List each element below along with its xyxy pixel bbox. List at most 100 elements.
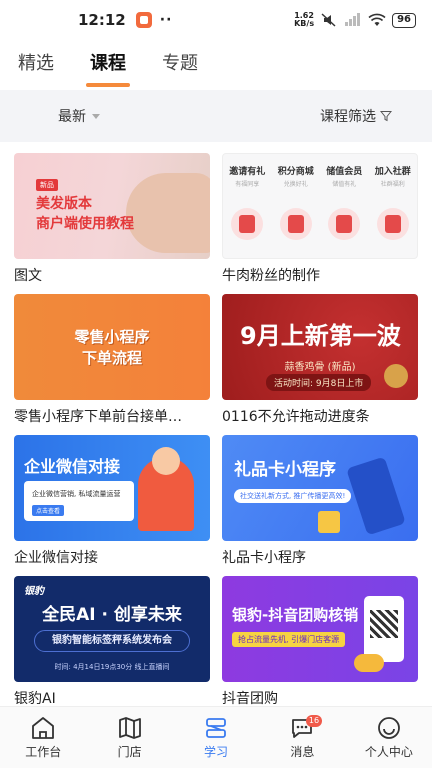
message-count-badge: 16 bbox=[305, 715, 323, 727]
status-time: 12:12 bbox=[78, 11, 126, 29]
course-thumbnail: 邀请有礼 有福同享 积分商城 兑换好礼 储值会员 储值有礼 加入社群 社群福利 bbox=[222, 153, 418, 259]
thumb-headline: 礼品卡小程序 bbox=[234, 460, 336, 480]
feature-title: 积分商城 bbox=[277, 167, 314, 177]
course-title: 图文 bbox=[14, 268, 42, 284]
net-speed: 1.62 KB/s bbox=[294, 12, 314, 28]
course-thumbnail: 银豹-抖音团购核销 抢占流量先机, 引爆门店客源 bbox=[222, 576, 418, 682]
thumb-pill: 社交送礼新方式, 推广传播更高效! bbox=[234, 489, 352, 503]
nav-workbench[interactable]: 工作台 bbox=[0, 707, 86, 768]
person-head-illustration bbox=[152, 447, 180, 475]
nav-label: 学习 bbox=[204, 744, 229, 759]
thumb-headline: 企业微信对接 bbox=[24, 457, 121, 476]
profile-icon bbox=[377, 716, 400, 739]
vip-card-icon bbox=[328, 208, 361, 240]
course-card[interactable]: 银豹-抖音团购核销 抢占流量先机, 引爆门店客源 抖音团购 bbox=[222, 576, 418, 717]
course-filter-label: 课程筛选 bbox=[320, 109, 376, 125]
feature-column: 邀请有礼 有福同享 bbox=[227, 164, 267, 258]
feature-title: 储值会员 bbox=[326, 167, 363, 177]
course-thumbnail: 企业微信对接 企业微信营销, 私域流量运营 点击查看 bbox=[14, 435, 210, 541]
thumb-line2: 下单流程 bbox=[81, 349, 142, 367]
sort-label: 最新 bbox=[58, 109, 86, 125]
tab-topics[interactable]: 专题 bbox=[162, 42, 198, 90]
course-card[interactable]: 企业微信对接 企业微信营销, 私域流量运营 点击查看 企业微信对接 bbox=[14, 435, 210, 576]
course-title: 抖音团购 bbox=[222, 691, 278, 707]
hand-illustration bbox=[126, 173, 210, 253]
course-card[interactable]: 礼品卡小程序 社交送礼新方式, 推广传播更高效! 礼品卡小程序 bbox=[222, 435, 418, 576]
app-notification-icon bbox=[135, 12, 152, 28]
course-thumbnail: 银豹 全民AI · 创享未来 银豹智能标签秤系统发布会 时间: 4月14日19点… bbox=[14, 576, 210, 682]
tab-featured[interactable]: 精选 bbox=[18, 42, 54, 90]
thumb-box-button: 点击查看 bbox=[32, 505, 65, 516]
feature-sub: 社群福利 bbox=[380, 181, 405, 188]
gift-icon bbox=[318, 511, 340, 533]
thumb-pill: 抢占流量先机, 引爆门店客源 bbox=[232, 632, 346, 647]
bottom-nav: 工作台 门店 学习 16 消息 个人中心 bbox=[0, 706, 432, 768]
new-badge: 新品 bbox=[36, 179, 58, 191]
course-thumbnail: 9月上新第一波 蒜香鸡骨 (新品) 活动时间: 9月8日上市 bbox=[222, 294, 418, 400]
thumb-headline: 9月上新第一波 bbox=[240, 322, 401, 350]
brand-logo: 银豹 bbox=[24, 586, 44, 597]
map-icon bbox=[118, 716, 141, 739]
thumb-line1: 零售小程序 bbox=[74, 328, 150, 346]
course-thumbnail: 礼品卡小程序 社交送礼新方式, 推广传播更高效! bbox=[222, 435, 418, 541]
mute-icon bbox=[321, 13, 336, 27]
coupon-icon bbox=[231, 208, 264, 240]
status-right: 1.62 KB/s 96 bbox=[294, 12, 416, 28]
course-title: 0116不允许拖动进度条 bbox=[222, 409, 370, 425]
feature-column: 加入社群 社群福利 bbox=[373, 164, 413, 258]
top-tabs: 精选 课程 专题 bbox=[0, 42, 432, 90]
tab-courses[interactable]: 课程 bbox=[90, 42, 126, 90]
coin-icon bbox=[384, 364, 408, 388]
coins-icon bbox=[354, 654, 384, 672]
sort-dropdown[interactable]: 最新 bbox=[58, 106, 100, 126]
thumb-box: 企业微信营销, 私域流量运营 点击查看 bbox=[24, 481, 134, 521]
status-bar: 12:12 ·· 1.62 KB/s 96 bbox=[0, 0, 432, 40]
filter-icon bbox=[380, 111, 392, 122]
course-grid: 新品 美发版本 商户端使用教程 图文 邀请有礼 有福同享 积分商城 兑换好礼 储… bbox=[14, 153, 418, 717]
course-title: 银豹AI bbox=[14, 691, 56, 707]
feature-column: 储值会员 储值有礼 bbox=[324, 164, 364, 258]
course-card[interactable]: 新品 美发版本 商户端使用教程 图文 bbox=[14, 153, 210, 294]
home-icon bbox=[32, 716, 55, 739]
filter-bar: 最新 课程筛选 bbox=[0, 90, 432, 142]
learn-icon bbox=[206, 717, 226, 738]
battery-icon: 96 bbox=[392, 12, 416, 28]
chevron-down-icon bbox=[92, 113, 100, 119]
course-title: 牛肉粉丝的制作 bbox=[222, 268, 320, 284]
nav-messages[interactable]: 16 消息 bbox=[259, 707, 345, 768]
course-thumbnail: 零售小程序 下单流程 bbox=[14, 294, 210, 400]
feature-sub: 有福同享 bbox=[235, 181, 260, 188]
nav-label: 工作台 bbox=[25, 744, 62, 759]
thumb-sub: 银豹智能标签秤系统发布会 bbox=[34, 630, 190, 652]
course-card[interactable]: 邀请有礼 有福同享 积分商城 兑换好礼 储值会员 储值有礼 加入社群 社群福利 … bbox=[222, 153, 418, 294]
qr-code-icon bbox=[370, 610, 398, 638]
course-card[interactable]: 零售小程序 下单流程 零售小程序下单前台接单… bbox=[14, 294, 210, 435]
course-thumbnail: 新品 美发版本 商户端使用教程 bbox=[14, 153, 210, 259]
nav-store[interactable]: 门店 bbox=[86, 707, 172, 768]
course-card[interactable]: 9月上新第一波 蒜香鸡骨 (新品) 活动时间: 9月8日上市 0116不允许拖动… bbox=[222, 294, 418, 435]
thumb-headline: 全民AI · 创享未来 bbox=[42, 605, 182, 625]
nav-profile[interactable]: 个人中心 bbox=[346, 707, 432, 768]
thumb-box-text: 企业微信营销, 私域流量运营 bbox=[32, 490, 121, 498]
more-notifications-icon: ·· bbox=[159, 12, 173, 28]
thumb-line1: 美发版本 bbox=[36, 196, 92, 212]
thumb-pill: 活动时间: 9月8日上市 bbox=[266, 374, 372, 391]
course-title: 零售小程序下单前台接单… bbox=[14, 409, 182, 425]
course-title: 企业微信对接 bbox=[14, 550, 98, 566]
nav-label: 门店 bbox=[117, 744, 142, 759]
nav-learn[interactable]: 学习 bbox=[173, 707, 259, 768]
feature-title: 加入社群 bbox=[374, 167, 411, 177]
feature-column: 积分商城 兑换好礼 bbox=[276, 164, 316, 258]
course-title: 礼品卡小程序 bbox=[222, 550, 306, 566]
phone-illustration bbox=[346, 456, 406, 536]
net-speed-unit: KB/s bbox=[294, 19, 315, 28]
feature-title: 邀请有礼 bbox=[229, 167, 266, 177]
feature-sub: 储值有礼 bbox=[332, 181, 357, 188]
course-card[interactable]: 银豹 全民AI · 创享未来 银豹智能标签秤系统发布会 时间: 4月14日19点… bbox=[14, 576, 210, 717]
thumb-footer: 时间: 4月14日19点30分 线上直播间 bbox=[54, 663, 170, 671]
thumb-line2: 商户端使用教程 bbox=[36, 216, 134, 232]
gift-icon bbox=[279, 208, 312, 240]
course-filter-button[interactable]: 课程筛选 bbox=[320, 106, 392, 126]
nav-label: 个人中心 bbox=[364, 744, 413, 759]
nav-label: 消息 bbox=[290, 744, 315, 759]
